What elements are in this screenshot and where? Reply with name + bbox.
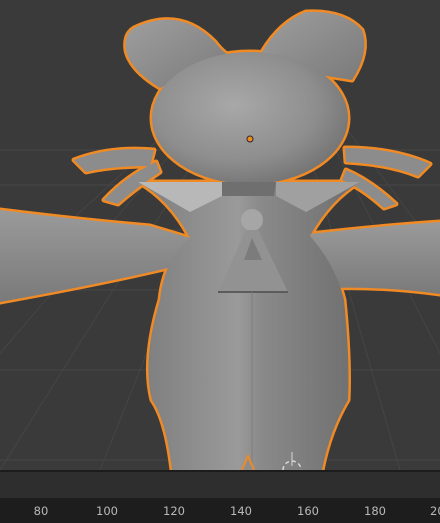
frame-label-100: 100 [96, 504, 118, 518]
viewport-canvas[interactable] [0, 0, 440, 470]
timeline-frame-ruler[interactable]: 80 100 120 140 160 180 20 [0, 498, 440, 523]
frame-label-140: 140 [230, 504, 252, 518]
timeline-header[interactable] [0, 470, 440, 500]
frame-label-200: 20 [430, 504, 440, 518]
3d-viewport[interactable] [0, 0, 440, 470]
frame-label-120: 120 [163, 504, 185, 518]
frame-label-80: 80 [33, 504, 49, 518]
frame-label-180: 180 [364, 504, 386, 518]
pendant-ball [241, 209, 263, 231]
head [152, 52, 348, 184]
frame-label-160: 160 [297, 504, 319, 518]
neck [222, 182, 276, 196]
object-origin-dot[interactable] [246, 135, 254, 143]
